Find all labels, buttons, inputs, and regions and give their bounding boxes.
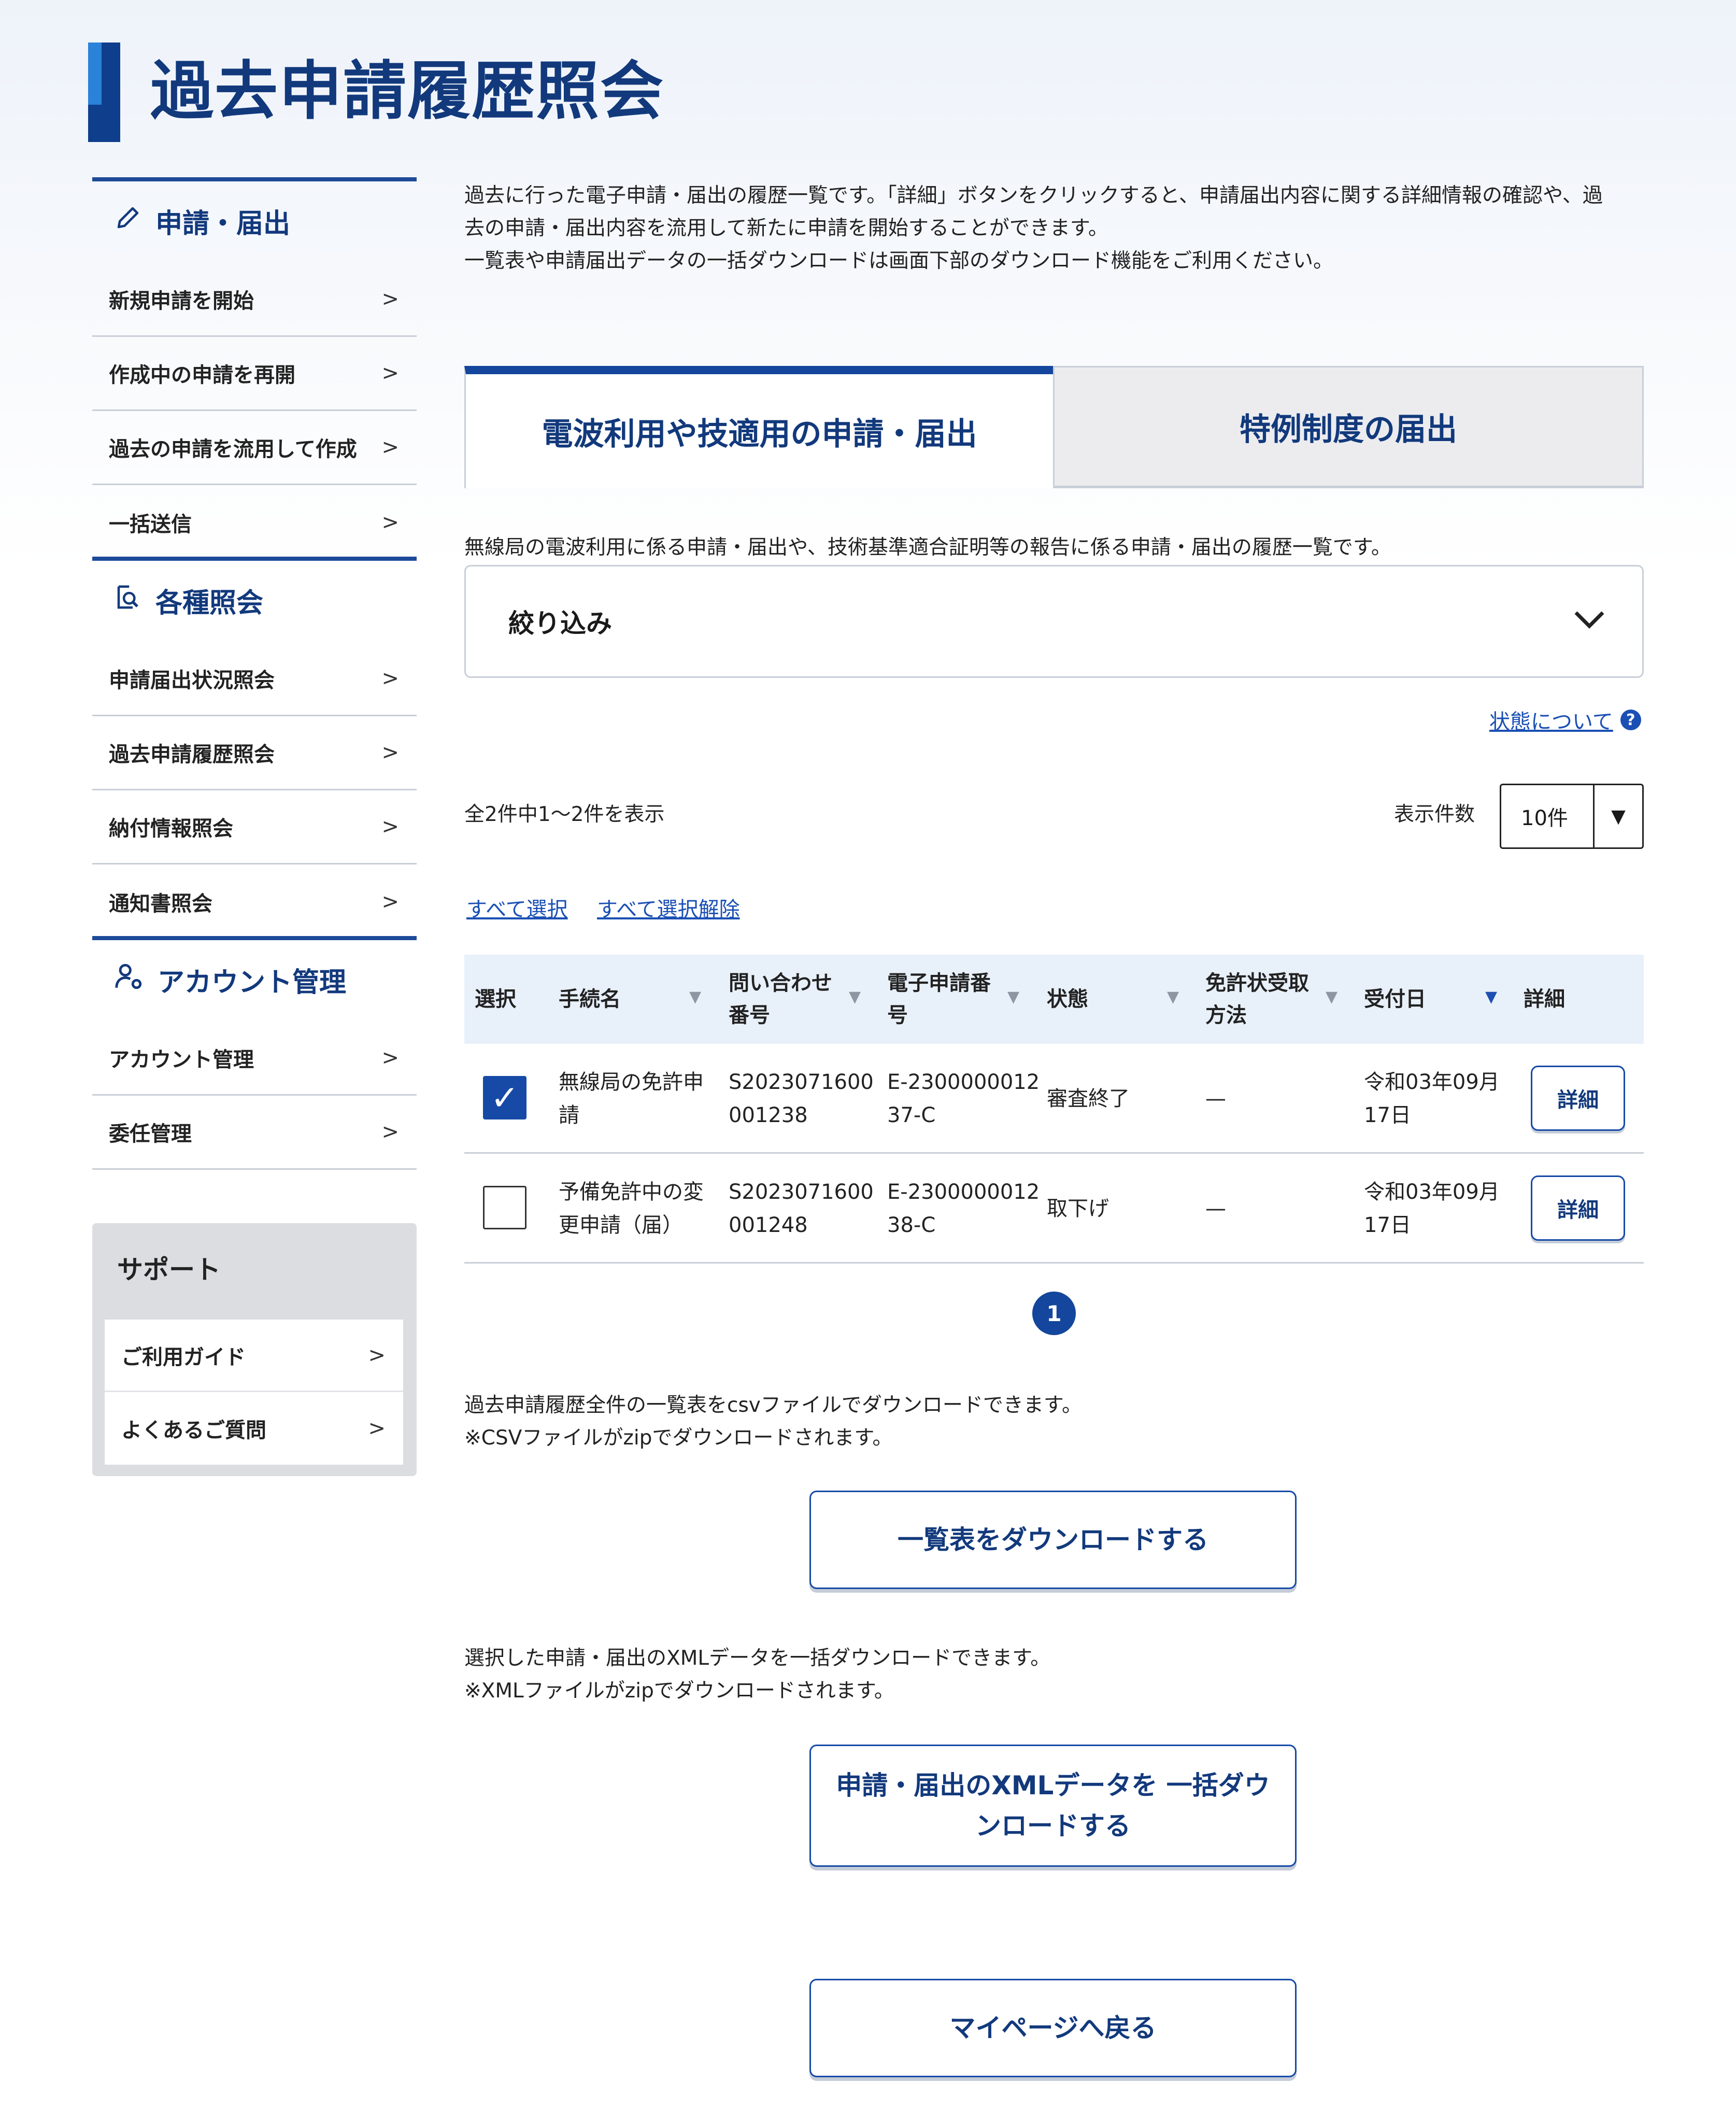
support-title: サポート bbox=[117, 1255, 221, 1285]
header-license-method: 免許状受取 方法 bbox=[1205, 971, 1309, 1027]
chevron-right-icon: > bbox=[368, 1343, 386, 1367]
page-size-label: 表示件数 bbox=[1394, 803, 1475, 826]
select-all-link[interactable]: すべて選択 bbox=[466, 892, 568, 923]
chevron-down-icon bbox=[1573, 606, 1606, 636]
cell-inquiry-number: S2023071600 001238 bbox=[729, 1070, 874, 1127]
cell-status: 審査終了 bbox=[1047, 1087, 1130, 1111]
sort-procedure-icon[interactable]: ▼ bbox=[689, 988, 701, 1006]
question-icon: ? bbox=[1620, 710, 1641, 730]
user-gear-icon bbox=[114, 961, 144, 998]
sidebar-item-history-inquiry[interactable]: 過去申請履歴照会 > bbox=[92, 716, 417, 790]
header-status: 状態 bbox=[1047, 987, 1088, 1011]
sort-license-icon[interactable]: ▼ bbox=[1326, 988, 1337, 1006]
cell-status: 取下げ bbox=[1047, 1197, 1109, 1221]
sidebar-item-payment-inquiry[interactable]: 納付情報照会 > bbox=[92, 790, 417, 864]
cell-date: 令和03年09月 17日 bbox=[1364, 1070, 1500, 1127]
sidebar-section-account: アカウント管理 bbox=[92, 936, 417, 1019]
support-item-faq[interactable]: よくあるご質問 > bbox=[105, 1392, 403, 1465]
sidebar-item-bulk-send[interactable]: 一括送信 > bbox=[92, 485, 417, 559]
header-application-number: 電子申請番号 bbox=[887, 971, 991, 1027]
header-procedure: 手続名 bbox=[559, 987, 621, 1011]
chevron-right-icon: > bbox=[381, 1120, 399, 1144]
sidebar-item-resume-draft[interactable]: 作成中の申請を再開 > bbox=[92, 337, 417, 411]
cell-license-method: — bbox=[1205, 1197, 1226, 1221]
pagination-current-page[interactable]: 1 bbox=[1032, 1292, 1076, 1335]
header-select: 選択 bbox=[475, 987, 516, 1011]
title-accent-bar bbox=[88, 42, 120, 142]
page-size-select[interactable]: 10件 ▼ bbox=[1500, 784, 1644, 849]
sidebar-item-account-management[interactable]: アカウント管理 > bbox=[92, 1022, 417, 1096]
intro-text: 過去に行った電子申請・届出の履歴一覧です。「詳細」ボタンをクリックすると、申請届… bbox=[464, 184, 1603, 273]
checkmark-icon: ✓ bbox=[490, 1078, 519, 1118]
chevron-right-icon: > bbox=[381, 1046, 399, 1070]
chevron-right-icon: > bbox=[381, 361, 399, 385]
sidebar-item-delegation[interactable]: 委任管理 > bbox=[92, 1096, 417, 1170]
chevron-right-icon: > bbox=[381, 287, 399, 311]
detail-button[interactable]: 詳細 bbox=[1531, 1066, 1625, 1131]
back-to-mypage-button[interactable]: マイページへ戻る bbox=[809, 1979, 1297, 2077]
pencil-icon bbox=[114, 204, 142, 238]
header-detail: 詳細 bbox=[1524, 987, 1565, 1011]
csv-note: 過去申請履歴全件の一覧表をcsvファイルでダウンロードできます。 ※CSVファイ… bbox=[464, 1394, 1082, 1450]
cell-license-method: — bbox=[1205, 1087, 1226, 1111]
tab-special-notifications[interactable]: 特例制度の届出 bbox=[1053, 366, 1644, 488]
tab-description: 無線局の電波利用に係る申請・届出や、技術基準適合証明等の報告に係る申請・届出の履… bbox=[464, 536, 1391, 559]
chevron-right-icon: > bbox=[381, 815, 399, 839]
deselect-all-link[interactable]: すべて選択解除 bbox=[597, 892, 740, 923]
tab-radio-applications[interactable]: 電波利用や技適用の申請・届出 bbox=[464, 366, 1053, 488]
result-count: 全2件中1〜2件を表示 bbox=[464, 803, 665, 826]
header-inquiry-number: 問い合わせ 番号 bbox=[729, 971, 832, 1027]
row-checkbox-checked[interactable]: ✓ bbox=[483, 1076, 527, 1119]
chevron-right-icon: > bbox=[381, 510, 399, 534]
document-search-icon bbox=[114, 583, 142, 618]
sidebar-section-application: 申請・届出 bbox=[92, 177, 417, 260]
csv-download-button[interactable]: 一覧表をダウンロードする bbox=[809, 1491, 1297, 1589]
chevron-right-icon: > bbox=[381, 435, 399, 459]
cell-procedure: 予備免許中の変 更申請（届） bbox=[559, 1180, 704, 1237]
chevron-right-icon: > bbox=[381, 741, 399, 764]
sidebar-item-reuse-past[interactable]: 過去の申請を流用して作成 > bbox=[92, 411, 417, 485]
header-date: 受付日 bbox=[1364, 987, 1426, 1011]
sidebar-item-notice-inquiry[interactable]: 通知書照会 > bbox=[92, 864, 417, 939]
sidebar-item-status-inquiry[interactable]: 申請届出状況照会 > bbox=[92, 642, 417, 716]
caret-down-icon: ▼ bbox=[1593, 785, 1642, 847]
cell-procedure: 無線局の免許申請 bbox=[559, 1070, 704, 1127]
sidebar-section-inquiry: 各種照会 bbox=[92, 557, 417, 640]
cell-inquiry-number: S2023071600 001248 bbox=[729, 1180, 874, 1237]
detail-button[interactable]: 詳細 bbox=[1531, 1175, 1625, 1241]
page-title: 過去申請履歴照会 bbox=[150, 54, 664, 128]
chevron-right-icon: > bbox=[381, 889, 399, 914]
sort-status-icon[interactable]: ▼ bbox=[1167, 988, 1179, 1006]
xml-note: 選択した申請・届出のXMLデータを一括ダウンロードできます。 ※XMLファイルが… bbox=[464, 1647, 1051, 1703]
filter-accordion[interactable]: 絞り込み bbox=[464, 565, 1644, 678]
sidebar-item-new-application[interactable]: 新規申請を開始 > bbox=[92, 263, 417, 337]
sort-inquiry-icon[interactable]: ▼ bbox=[849, 988, 861, 1006]
cell-application-number: E-2300000012 37-C bbox=[887, 1070, 1040, 1127]
sort-date-icon[interactable]: ▼ bbox=[1485, 988, 1497, 1006]
row-checkbox[interactable] bbox=[483, 1186, 527, 1229]
cell-date: 令和03年09月 17日 bbox=[1364, 1180, 1500, 1237]
cell-application-number: E-2300000012 38-C bbox=[887, 1180, 1040, 1237]
support-item-guide[interactable]: ご利用ガイド > bbox=[105, 1320, 403, 1392]
chevron-right-icon: > bbox=[368, 1416, 386, 1440]
sort-application-icon[interactable]: ▼ bbox=[1007, 988, 1019, 1006]
chevron-right-icon: > bbox=[381, 667, 399, 690]
xml-download-button[interactable]: 申請・届出のXMLデータを 一括ダウ ンロードする bbox=[809, 1745, 1297, 1867]
status-help[interactable]: 状態について ? bbox=[1489, 705, 1641, 735]
